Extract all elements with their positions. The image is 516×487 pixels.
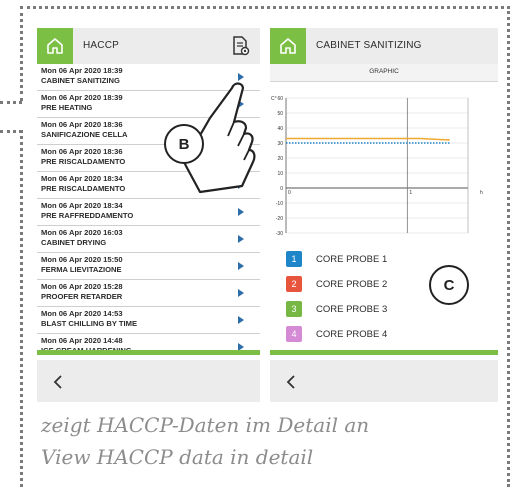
temperature-chart: 60 50 40 30 20 10 0 -10 -20 -30 0 1 C° h — [270, 88, 498, 238]
probe-number-badge: 3 — [286, 301, 302, 317]
footer-accent-bar — [270, 350, 498, 355]
graphic-tab[interactable]: GRAPHIC — [270, 64, 498, 82]
frame-left-border-upper — [20, 6, 23, 101]
footer-accent-bar — [37, 350, 260, 355]
haccp-record-row[interactable]: Mon 06 Apr 2020 15:50 FERMA LIEVITAZIONE — [37, 253, 260, 280]
haccp-record-row[interactable]: Mon 06 Apr 2020 14:53 BLAST CHILLING BY T… — [37, 307, 260, 334]
probe-label: CORE PROBE 3 — [316, 304, 388, 315]
probe-label: CORE PROBE 4 — [316, 329, 388, 340]
caption-german: zeigt HACCP-Daten im Detail an — [41, 413, 370, 437]
probe-label: CORE PROBE 1 — [316, 254, 388, 265]
y-tick-label: 20 — [277, 156, 283, 162]
document-settings-icon — [233, 36, 250, 56]
screen-title: CABINET SANITIZING — [316, 40, 422, 51]
y-tick-label: 30 — [277, 141, 283, 147]
y-tick-label: 0 — [280, 186, 283, 192]
haccp-record-row[interactable]: Mon 06 Apr 2020 14:48ICE CREAM HARDENING — [37, 334, 260, 350]
record-date: Mon 06 Apr 2020 18:34 — [41, 201, 123, 210]
screen-title: HACCP — [83, 40, 120, 51]
haccp-record-row[interactable]: Mon 06 Apr 2020 16:03 CABINET DRYING — [37, 226, 260, 253]
chevron-right-icon — [238, 316, 244, 324]
record-date: Mon 06 Apr 2020 14:48 — [41, 336, 123, 345]
temperature-chart-svg: 60 50 40 30 20 10 0 -10 -20 -30 0 1 C° h — [271, 96, 483, 237]
probe-number-badge: 1 — [286, 251, 302, 267]
home-button[interactable] — [37, 28, 73, 64]
chevron-right-icon — [238, 289, 244, 297]
marker-c: C — [429, 265, 469, 305]
haccp-graphic-screen: CABINET SANITIZING GRAPHIC 60 50 40 30 20 10 0… — [270, 28, 498, 402]
home-button[interactable] — [270, 28, 306, 64]
marker-b: B — [164, 124, 204, 164]
footer-bar — [37, 360, 260, 402]
record-date: Mon 06 Apr 2020 16:03 — [41, 228, 123, 237]
series-line-2 — [286, 137, 450, 141]
header-bar: HACCP — [37, 28, 260, 64]
y-tick-label: 50 — [277, 111, 283, 117]
graphic-tab-label: GRAPHIC — [369, 68, 399, 75]
y-tick-label: 10 — [277, 171, 283, 177]
footer-bar — [270, 360, 498, 402]
probe-number-badge: 4 — [286, 326, 302, 342]
record-date: Mon 06 Apr 2020 15:28 — [41, 282, 123, 291]
haccp-export-button[interactable] — [230, 35, 252, 57]
chevron-left-icon — [286, 375, 295, 389]
y-tick-label: -30 — [276, 231, 283, 237]
record-date: Mon 06 Apr 2020 14:53 — [41, 309, 123, 318]
haccp-record-row[interactable]: Mon 06 Apr 2020 18:34 PRE RAFFREDDAMENTO — [37, 199, 260, 226]
chevron-right-icon — [238, 262, 244, 270]
y-unit-label: C° — [271, 96, 277, 102]
home-icon — [280, 38, 296, 54]
record-name: BLAST CHILLING BY TIME — [41, 319, 138, 328]
back-button[interactable] — [280, 371, 302, 393]
chevron-right-icon — [238, 343, 244, 350]
record-name: FERMA LIEVITAZIONE — [41, 265, 122, 274]
record-name: CABINET DRYING — [41, 238, 107, 247]
caption-english: View HACCP data in detail — [41, 445, 314, 469]
frame-top-border — [20, 6, 510, 9]
chevron-right-icon — [238, 208, 244, 216]
x-unit-label: h — [480, 190, 483, 196]
y-tick-label: 40 — [277, 126, 283, 132]
record-date: Mon 06 Apr 2020 15:50 — [41, 255, 123, 264]
back-button[interactable] — [47, 371, 69, 393]
x-tick-label: 1 — [409, 190, 412, 196]
y-tick-label: 60 — [277, 96, 283, 102]
home-icon — [47, 38, 63, 54]
x-tick-label: 0 — [288, 190, 291, 196]
record-name: PROOFER RETARDER — [41, 292, 123, 301]
y-tick-label: -10 — [276, 201, 283, 207]
frame-connector-lower — [0, 130, 22, 133]
chevron-right-icon — [238, 235, 244, 243]
y-tick-label: -20 — [276, 216, 283, 222]
haccp-record-row[interactable]: Mon 06 Apr 2020 15:28 PROOFER RETARDER — [37, 280, 260, 307]
frame-left-border-lower — [20, 130, 23, 487]
chevron-left-icon — [53, 375, 62, 389]
probe-number-badge: 2 — [286, 276, 302, 292]
probe-label: CORE PROBE 2 — [316, 279, 388, 290]
header-bar: CABINET SANITIZING — [270, 28, 498, 64]
frame-connector-upper — [0, 101, 22, 104]
record-name: PRE RAFFREDDAMENTO — [41, 211, 134, 220]
frame-right-border — [507, 6, 510, 487]
